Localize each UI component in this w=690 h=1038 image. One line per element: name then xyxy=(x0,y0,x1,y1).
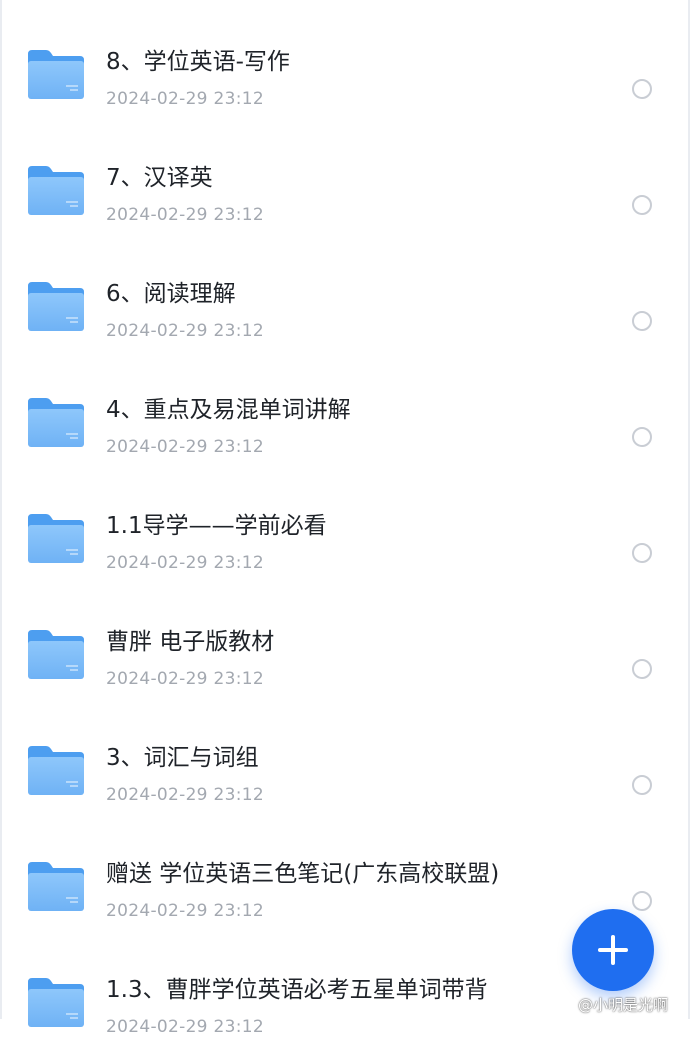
folder-icon xyxy=(26,50,86,100)
file-date: 2024-02-29 23:12 xyxy=(106,89,264,109)
watermark: @小明是光啊 xyxy=(554,994,668,1016)
file-date: 2024-02-29 23:12 xyxy=(106,205,264,225)
file-list-item[interactable]: 1.1导学——学前必看 2024-02-29 23:12 xyxy=(0,480,690,596)
file-list-item[interactable]: 3、词汇与词组 2024-02-29 23:12 xyxy=(0,712,690,828)
file-date: 2024-02-29 23:12 xyxy=(106,785,264,805)
file-date: 2024-02-29 23:12 xyxy=(106,437,264,457)
file-name: 1.1导学——学前必看 xyxy=(106,513,327,539)
file-name: 8、学位英语-写作 xyxy=(106,49,290,75)
file-list-item[interactable]: 6、阅读理解 2024-02-29 23:12 xyxy=(0,248,690,364)
file-date: 2024-02-29 23:12 xyxy=(106,1017,264,1037)
file-list-item[interactable]: 8、学位英语-写作 2024-02-29 23:12 xyxy=(0,16,690,132)
folder-icon xyxy=(26,746,86,796)
folder-icon xyxy=(26,514,86,564)
file-name: 7、汉译英 xyxy=(106,165,213,191)
weibo-logo xyxy=(554,998,574,1013)
folder-icon xyxy=(26,166,86,216)
select-radio[interactable] xyxy=(632,427,652,447)
select-radio[interactable] xyxy=(632,775,652,795)
file-list-item[interactable]: 4、重点及易混单词讲解 2024-02-29 23:12 xyxy=(0,364,690,480)
select-radio[interactable] xyxy=(632,891,652,911)
file-date: 2024-02-29 23:12 xyxy=(106,669,264,689)
folder-icon xyxy=(26,398,86,448)
select-radio[interactable] xyxy=(632,195,652,215)
folder-icon xyxy=(26,978,86,1028)
select-radio[interactable] xyxy=(632,79,652,99)
file-list-item[interactable]: 曹胖 电子版教材 2024-02-29 23:12 xyxy=(0,596,690,712)
folder-icon xyxy=(26,282,86,332)
file-date: 2024-02-29 23:12 xyxy=(106,321,264,341)
folder-icon xyxy=(26,862,86,912)
file-date: 2024-02-29 23:12 xyxy=(106,901,264,921)
file-date: 2024-02-29 23:12 xyxy=(106,553,264,573)
select-radio[interactable] xyxy=(632,659,652,679)
file-name: 赠送 学位英语三色笔记(广东高校联盟) xyxy=(106,861,500,887)
add-button[interactable] xyxy=(572,909,654,991)
folder-icon xyxy=(26,630,86,680)
file-list: 8、学位英语-写作 2024-02-29 23:12 7、汉译英 2024-02… xyxy=(0,0,690,1037)
file-list-item[interactable]: 7、汉译英 2024-02-29 23:12 xyxy=(0,132,690,248)
watermark-text: @小明是光啊 xyxy=(578,996,669,1014)
file-name: 3、词汇与词组 xyxy=(106,745,259,771)
plus-icon xyxy=(598,935,628,965)
file-name: 曹胖 电子版教材 xyxy=(106,629,275,655)
file-name: 4、重点及易混单词讲解 xyxy=(106,397,351,423)
select-radio[interactable] xyxy=(632,311,652,331)
select-radio[interactable] xyxy=(632,543,652,563)
file-name: 1.3、曹胖学位英语必考五星单词带背 xyxy=(106,977,488,1003)
file-name: 6、阅读理解 xyxy=(106,281,236,307)
